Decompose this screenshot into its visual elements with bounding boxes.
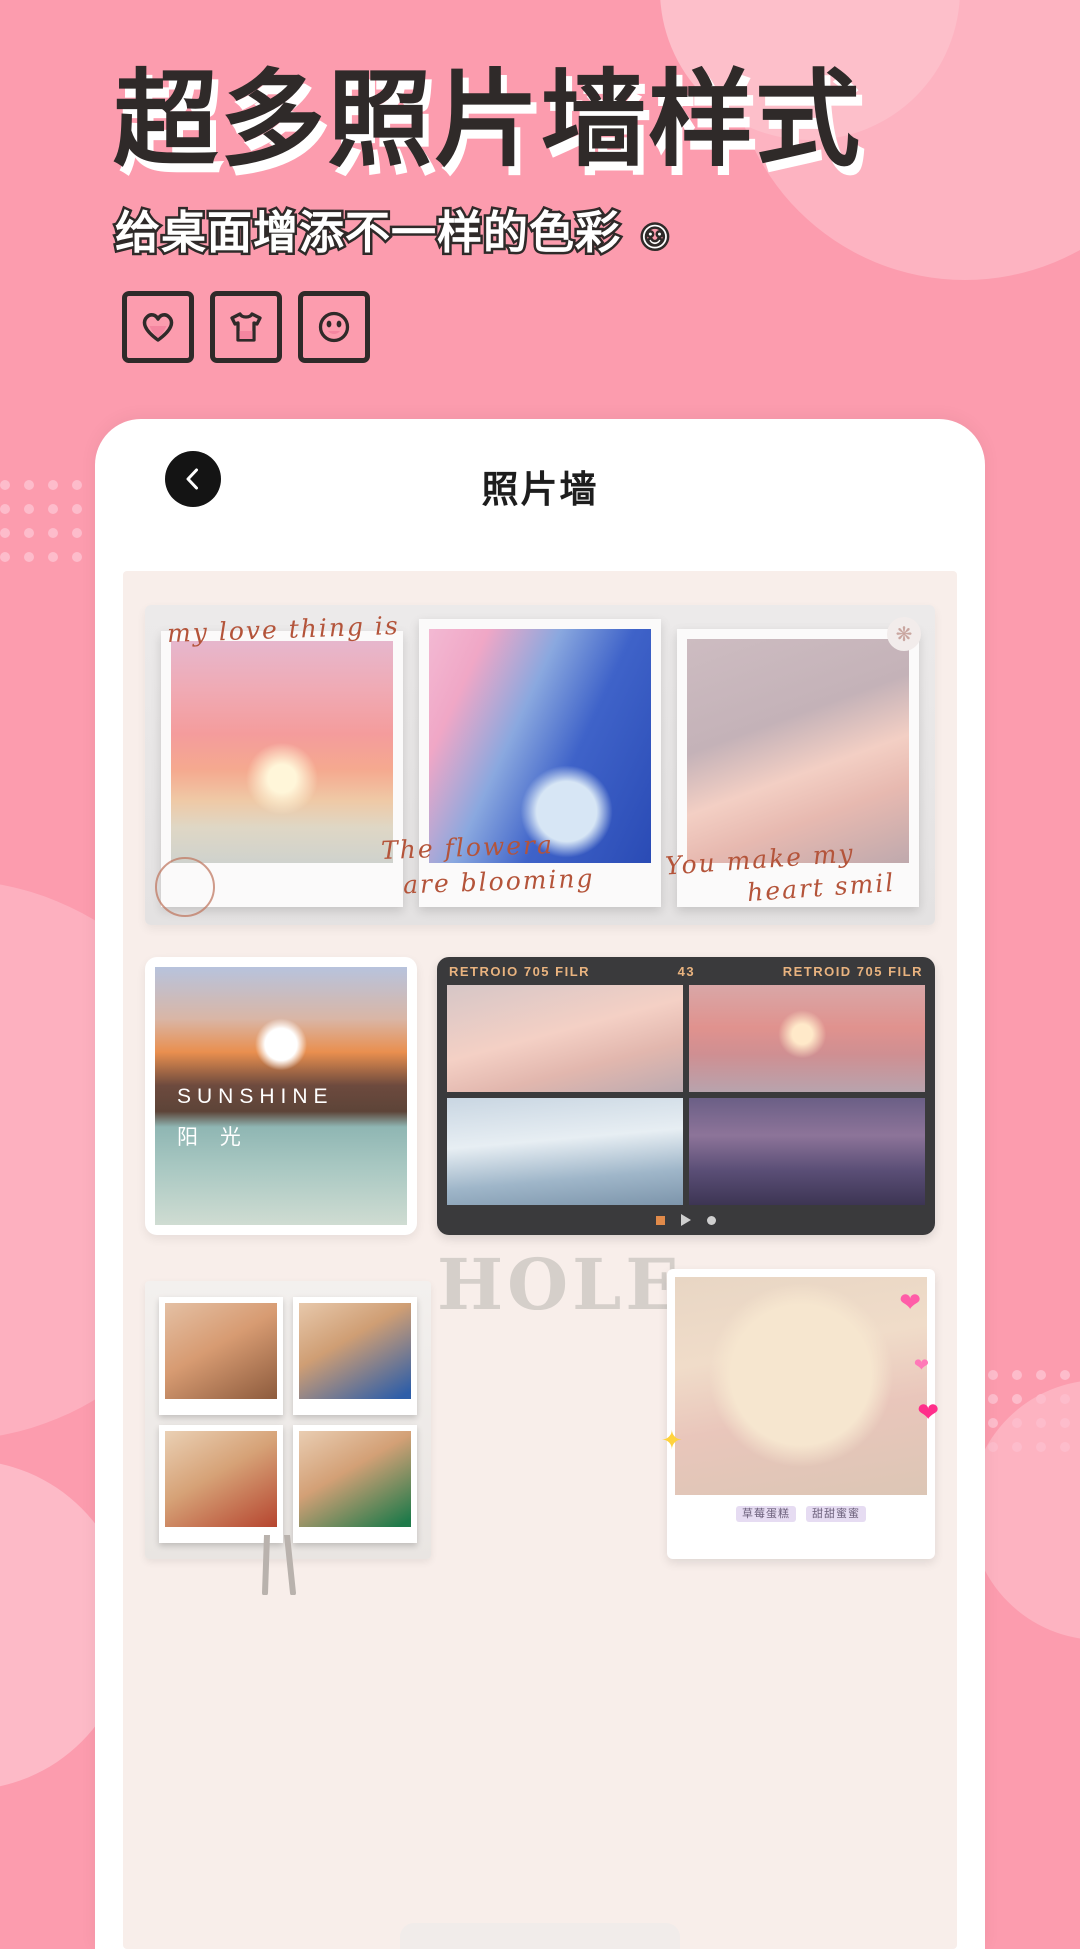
polaroid-photo[interactable] xyxy=(159,1297,283,1415)
promo-subtitle-text: 给桌面增添不一样的色彩 xyxy=(112,205,622,261)
heart-icon-box[interactable] xyxy=(122,291,194,363)
promo-headline: 超多照片墙样式 xyxy=(113,62,863,179)
heart-sticker: ❤ xyxy=(917,1397,939,1427)
app-navbar: 照片墙 xyxy=(95,419,985,529)
sunshine-title-cn: 阳 光 xyxy=(177,1126,249,1149)
play-icon[interactable] xyxy=(681,1214,691,1226)
cake-tag-row: 草莓蛋糕 甜甜蜜蜜 xyxy=(675,1505,927,1522)
photo-wall-style-cake[interactable]: 草莓蛋糕 甜甜蜜蜜 ❤ ❤ ✦ ❤ xyxy=(661,1269,939,1559)
bottom-handle xyxy=(400,1923,680,1949)
photo-image xyxy=(675,1277,927,1495)
stamp-icon xyxy=(155,857,215,917)
photo-wall-style-trio[interactable]: my love thing is The flowera are bloomin… xyxy=(145,605,935,925)
photo-wall-style-sunshine[interactable]: SUNSHINE 阳 光 xyxy=(145,957,417,1235)
cake-tag-left: 草莓蛋糕 xyxy=(735,1506,796,1522)
photo-image[interactable] xyxy=(447,1098,683,1205)
photo-image xyxy=(165,1431,277,1527)
phone-mockup: 照片墙 my love thing is The flowera are blo… xyxy=(95,419,985,1949)
tshirt-icon xyxy=(230,312,262,342)
photo-wall-style-row-3: HOLE 草莓蛋糕 甜甜蜜蜜 ❤ ❤ ✦ ❤ xyxy=(145,1243,939,1595)
heart-sticker: ❤ xyxy=(913,1355,929,1375)
heart-sticker: ❤ xyxy=(899,1287,921,1317)
photo-image xyxy=(165,1303,277,1399)
photo-image xyxy=(299,1303,411,1399)
deco-circle xyxy=(970,1380,1080,1640)
photo-image xyxy=(429,629,651,863)
photo-image xyxy=(687,639,909,863)
photo-image[interactable] xyxy=(689,1098,925,1205)
stop-icon[interactable] xyxy=(656,1215,665,1225)
photo-image[interactable] xyxy=(689,985,925,1092)
photo-wall-style-row-2: SUNSHINE 阳 光 RETROIO 705 FILR 43 RETROID… xyxy=(145,957,935,1235)
smiley-icon-box[interactable] xyxy=(298,291,370,363)
flower-icon[interactable]: ❋ xyxy=(887,617,921,651)
photo-image xyxy=(299,1431,411,1527)
legs-decoration xyxy=(262,1535,296,1595)
photo-wall-style-polaroid-grid[interactable] xyxy=(145,1281,431,1559)
photo-wall-style-filmstrip[interactable]: RETROIO 705 FILR 43 RETROID 705 FILR xyxy=(437,957,935,1235)
polaroid-photo[interactable] xyxy=(293,1425,417,1543)
smiley-icon: ☺ xyxy=(632,211,678,260)
overlay-text: HOLE xyxy=(437,1243,683,1326)
cake-tag-right: 甜甜蜜蜜 xyxy=(806,1506,867,1522)
record-icon[interactable] xyxy=(707,1215,716,1225)
film-photo-grid xyxy=(437,985,935,1205)
photo-image[interactable] xyxy=(447,985,683,1092)
heart-icon xyxy=(142,313,174,342)
handwritten-caption-bottom-1: The flowera xyxy=(380,829,555,866)
sunshine-label: SUNSHINE 阳 光 xyxy=(177,1085,334,1151)
film-label-center: 43 xyxy=(677,963,696,979)
star-sticker: ✦ xyxy=(661,1425,683,1455)
tshirt-icon-box[interactable] xyxy=(210,291,282,363)
film-label-right: RETROID 705 FILR xyxy=(782,963,923,979)
polaroid-photo[interactable] xyxy=(293,1297,417,1415)
smiley-icon xyxy=(318,311,350,343)
promo-icon-row xyxy=(122,291,370,363)
photo-image xyxy=(171,641,393,863)
sunshine-title-en: SUNSHINE xyxy=(177,1085,334,1108)
photo-image: SUNSHINE 阳 光 xyxy=(155,967,407,1225)
film-label-left: RETROIO 705 FILR xyxy=(449,963,591,979)
polaroid-photo[interactable] xyxy=(159,1425,283,1543)
photo-wall-list: my love thing is The flowera are bloomin… xyxy=(123,571,957,1949)
page-title: 照片墙 xyxy=(481,469,599,510)
photo-frame[interactable] xyxy=(419,619,661,907)
film-header: RETROIO 705 FILR 43 RETROID 705 FILR xyxy=(437,957,935,985)
promo-subtitle: 给桌面增添不一样的色彩 ☺ xyxy=(112,196,678,261)
film-controls xyxy=(437,1205,935,1235)
